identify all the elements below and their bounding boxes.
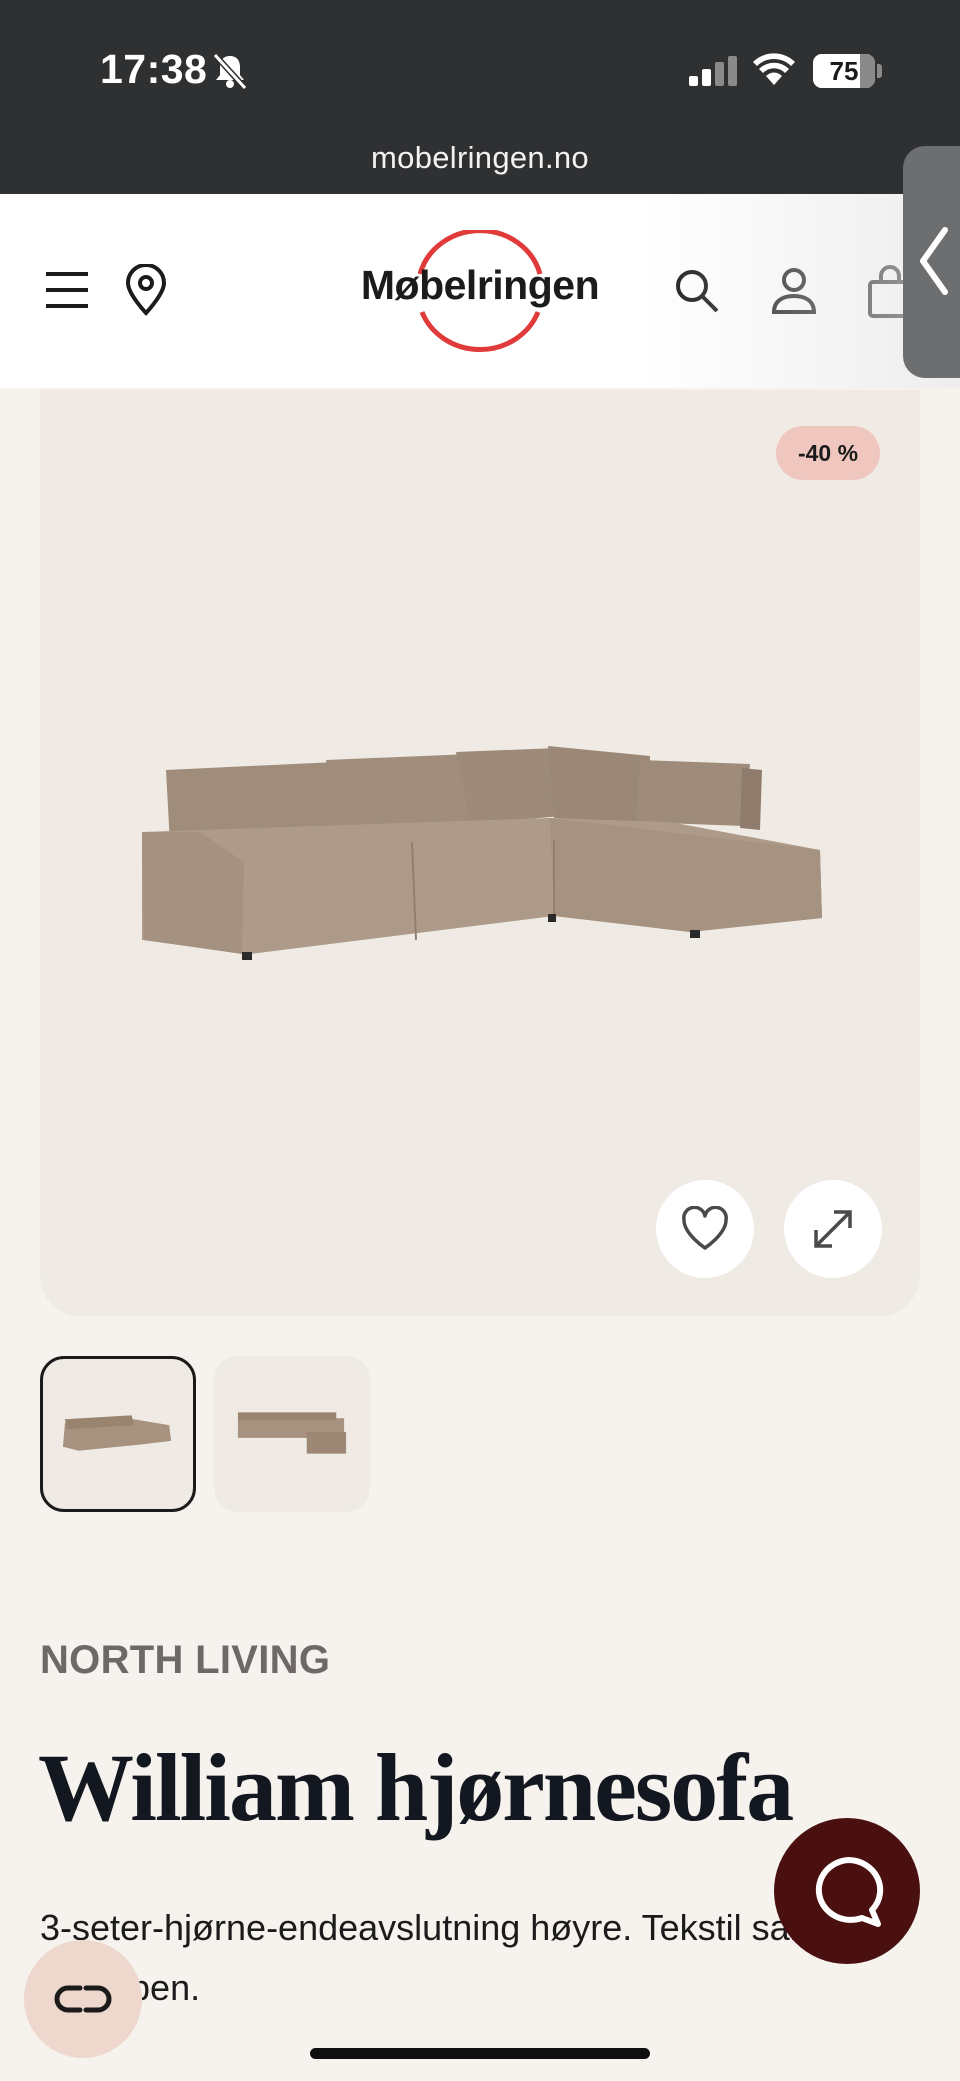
battery-tip bbox=[877, 64, 882, 78]
chat-button[interactable] bbox=[774, 1818, 920, 1964]
cobrowse-link-icon bbox=[54, 1985, 112, 2013]
cellular-signal-icon bbox=[689, 56, 737, 86]
product-description: 3-seter-hjørne-endeavslutning høyre. Tek… bbox=[40, 1907, 840, 2008]
favorite-button[interactable] bbox=[656, 1180, 754, 1278]
cobrowse-button[interactable] bbox=[24, 1940, 142, 2058]
site-logo[interactable]: Møbelringen bbox=[350, 262, 610, 309]
bell-slash-icon bbox=[212, 52, 248, 90]
product-title: William hjørnesofa bbox=[38, 1734, 794, 1841]
discount-badge: -40 % bbox=[776, 426, 880, 480]
home-indicator bbox=[310, 2048, 650, 2059]
url-bar[interactable]: mobelringen.no bbox=[0, 140, 960, 176]
thumbnail-2[interactable] bbox=[214, 1356, 370, 1512]
status-time: 17:38 bbox=[100, 46, 208, 92]
thumbnail-image bbox=[237, 1412, 347, 1454]
thumbnail-1[interactable] bbox=[40, 1356, 196, 1512]
wifi-icon bbox=[753, 53, 795, 85]
battery-percent: 75 bbox=[829, 56, 859, 86]
search-icon[interactable] bbox=[672, 266, 720, 314]
chat-bubble-icon bbox=[815, 1856, 884, 1927]
product-image bbox=[142, 746, 822, 960]
product-brand[interactable]: NORTH LIVING bbox=[40, 1638, 330, 1683]
chevron-left-icon bbox=[920, 227, 948, 295]
thumbnail-image bbox=[62, 1415, 172, 1451]
account-icon[interactable] bbox=[770, 266, 818, 316]
expand-arrows-icon bbox=[814, 1210, 852, 1248]
battery-icon: 75 bbox=[813, 54, 875, 88]
expand-image-button[interactable] bbox=[784, 1180, 882, 1278]
location-pin-icon[interactable] bbox=[124, 264, 168, 316]
heart-icon bbox=[682, 1206, 728, 1250]
side-panel-tab[interactable] bbox=[903, 146, 960, 378]
menu-icon[interactable] bbox=[44, 268, 90, 312]
